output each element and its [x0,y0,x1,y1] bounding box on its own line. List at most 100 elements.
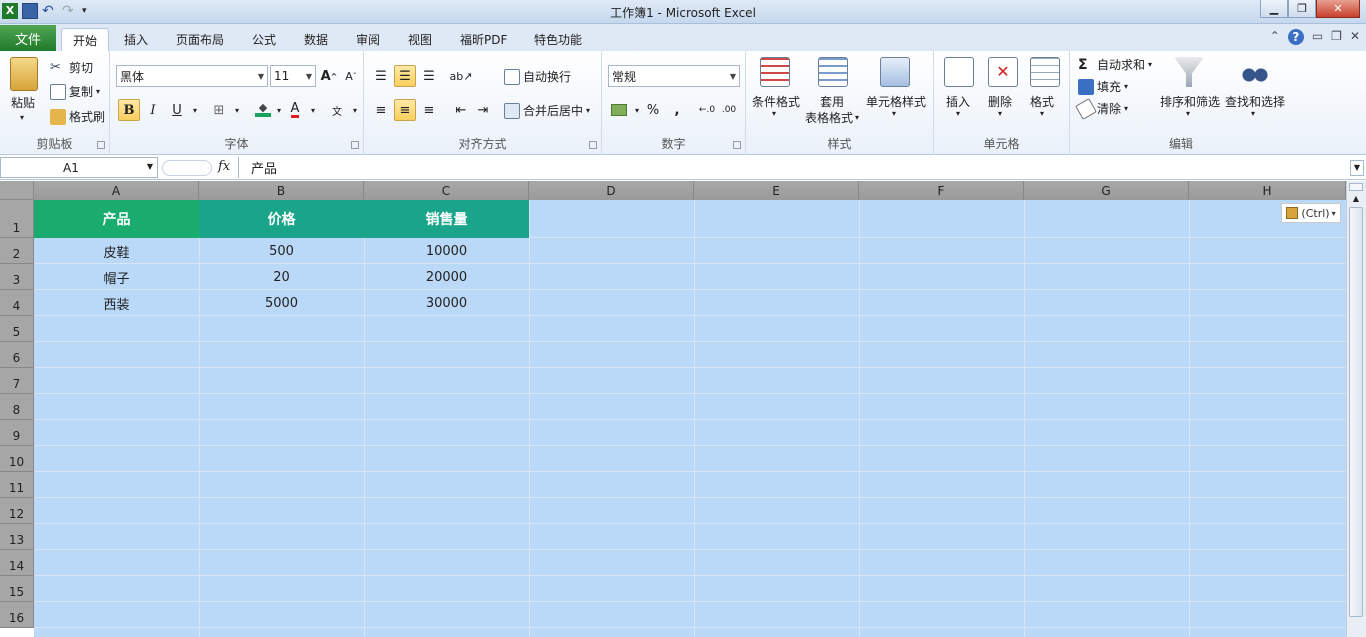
sort-filter-button[interactable]: 排序和筛选 [1160,93,1220,110]
row-header-13[interactable]: 13 [0,524,34,550]
restore-workbook-icon[interactable]: ❐ [1331,29,1342,45]
name-box[interactable]: A1 ▼ [0,157,158,178]
italic-button[interactable]: I [142,99,164,121]
split-box[interactable] [1349,183,1363,191]
align-center-icon[interactable]: ≡ [394,99,416,121]
tab-review[interactable]: 审阅 [345,28,391,51]
merge-center-button[interactable]: 合并后居中 ▾ [504,102,590,119]
row-header-9[interactable]: 9 [0,420,34,446]
increase-decimal-icon[interactable]: ←.0 [696,99,718,121]
tab-view[interactable]: 视图 [397,28,443,51]
row-header-2[interactable]: 2 [0,238,34,264]
row-header-14[interactable]: 14 [0,550,34,576]
paste-options-button[interactable]: (Ctrl) ▾ [1281,203,1341,223]
column-header-h[interactable]: H [1189,181,1346,200]
tab-home[interactable]: 开始 [61,28,110,51]
paste-dropdown-icon[interactable]: ▾ [20,113,24,122]
find-dropdown-icon[interactable]: ▾ [1251,109,1255,118]
paste-button[interactable]: 粘贴 [11,94,35,111]
column-header-c[interactable]: C [364,181,529,200]
alignment-launcher-icon[interactable] [589,141,597,149]
column-header-g[interactable]: G [1024,181,1189,200]
find-select-button[interactable]: 查找和选择 [1225,93,1285,110]
percent-button[interactable]: % [642,99,664,121]
font-size-combo[interactable]: 11 ▼ [270,65,316,87]
paste-icon[interactable] [10,57,38,91]
cell-b2[interactable]: 500 [199,238,364,264]
insert-cells-button[interactable]: 插入 [946,93,970,110]
shrink-font-button[interactable]: Aˇ [340,65,362,87]
cell-c3[interactable]: 20000 [364,264,529,290]
cell-a4[interactable]: 西装 [34,290,199,316]
row-header-11[interactable]: 11 [0,472,34,498]
row-header-1[interactable]: 1 [0,200,34,238]
sort-dropdown-icon[interactable]: ▾ [1186,109,1190,118]
delete-cells-button[interactable]: 删除 [988,93,1012,110]
align-right-icon[interactable]: ≡ [418,99,440,121]
format-dropdown-icon[interactable]: ▾ [1040,109,1044,118]
wrap-text-button[interactable]: 自动换行 [504,68,571,85]
decrease-indent-icon[interactable]: ⇤ [450,99,472,121]
tab-file[interactable]: 文件 [0,25,56,51]
decrease-decimal-icon[interactable]: .00 [718,99,740,121]
cell-styles-button[interactable]: 单元格样式 [866,93,926,110]
column-header-d[interactable]: D [529,181,694,200]
conditional-format-button[interactable]: 条件格式 [752,93,800,110]
cell-c4[interactable]: 30000 [364,290,529,316]
cell-b4[interactable]: 5000 [199,290,364,316]
row-header-15[interactable]: 15 [0,576,34,602]
minimize-button[interactable]: ▁ [1260,0,1288,18]
format-as-table-button-line2[interactable]: 表格格式 ▾ [805,109,859,126]
cell-area[interactable]: 产品 价格 销售量 皮鞋 500 10000 帽子 20 20000 西装 5000 30000 [34,200,1346,637]
row-header-10[interactable]: 10 [0,446,34,472]
column-header-b[interactable]: B [199,181,364,200]
copy-button[interactable]: 复制 ▾ [50,83,100,100]
cell-styles-dropdown-icon[interactable]: ▾ [892,109,896,118]
format-painter-button[interactable]: 格式刷 [50,108,105,125]
row-header-7[interactable]: 7 [0,368,34,394]
cell-b3[interactable]: 20 [199,264,364,290]
select-all-button[interactable] [0,181,34,200]
number-format-combo[interactable]: 常规 ▼ [608,65,740,87]
format-cells-button[interactable]: 格式 [1030,93,1054,110]
cell-a3[interactable]: 帽子 [34,264,199,290]
conditional-dropdown-icon[interactable]: ▾ [772,109,776,118]
borders-dropdown-icon[interactable]: ▾ [226,99,248,121]
underline-dropdown-icon[interactable]: ▾ [184,99,206,121]
row-header-3[interactable]: 3 [0,264,34,290]
tab-insert[interactable]: 插入 [113,28,159,51]
row-header-4[interactable]: 4 [0,290,34,316]
header-cell-c1[interactable]: 销售量 [364,200,529,238]
row-header-12[interactable]: 12 [0,498,34,524]
cut-button[interactable]: ✂ 剪切 [50,59,93,76]
tab-foxit-pdf[interactable]: 福昕PDF [449,28,518,51]
format-as-table-button[interactable]: 套用 [820,93,844,110]
align-middle-icon[interactable]: ☰ [394,65,416,87]
header-cell-b1[interactable]: 价格 [199,200,364,238]
bold-button[interactable]: B [118,99,140,121]
formula-resize-handle[interactable] [162,160,212,176]
cell-a2[interactable]: 皮鞋 [34,238,199,264]
align-left-icon[interactable]: ≡ [370,99,392,121]
formula-input[interactable]: 产品 [238,157,1348,178]
help-icon[interactable]: ? [1287,29,1304,45]
minimize-workbook-icon[interactable]: ▭ [1312,29,1323,45]
font-launcher-icon[interactable] [351,141,359,149]
phonetic-dropdown-icon[interactable]: ▾ [344,99,366,121]
cell-c2[interactable]: 10000 [364,238,529,264]
orientation-icon[interactable]: ab↗ [450,65,473,87]
font-color-dropdown-icon[interactable]: ▾ [302,99,324,121]
expand-formula-bar-icon[interactable]: ▼ [1350,160,1364,176]
vertical-scrollbar[interactable]: ▲ [1346,181,1366,637]
collapse-ribbon-icon[interactable]: ⌃ [1270,29,1280,45]
column-header-e[interactable]: E [694,181,859,200]
delete-dropdown-icon[interactable]: ▾ [998,109,1002,118]
insert-dropdown-icon[interactable]: ▾ [956,109,960,118]
insert-function-button[interactable]: fx [218,159,230,174]
row-header-6[interactable]: 6 [0,342,34,368]
align-top-icon[interactable]: ☰ [370,65,392,87]
row-header-8[interactable]: 8 [0,394,34,420]
close-button[interactable]: ✕ [1316,0,1360,18]
close-workbook-icon[interactable]: ✕ [1350,29,1360,45]
clipboard-launcher-icon[interactable] [97,141,105,149]
